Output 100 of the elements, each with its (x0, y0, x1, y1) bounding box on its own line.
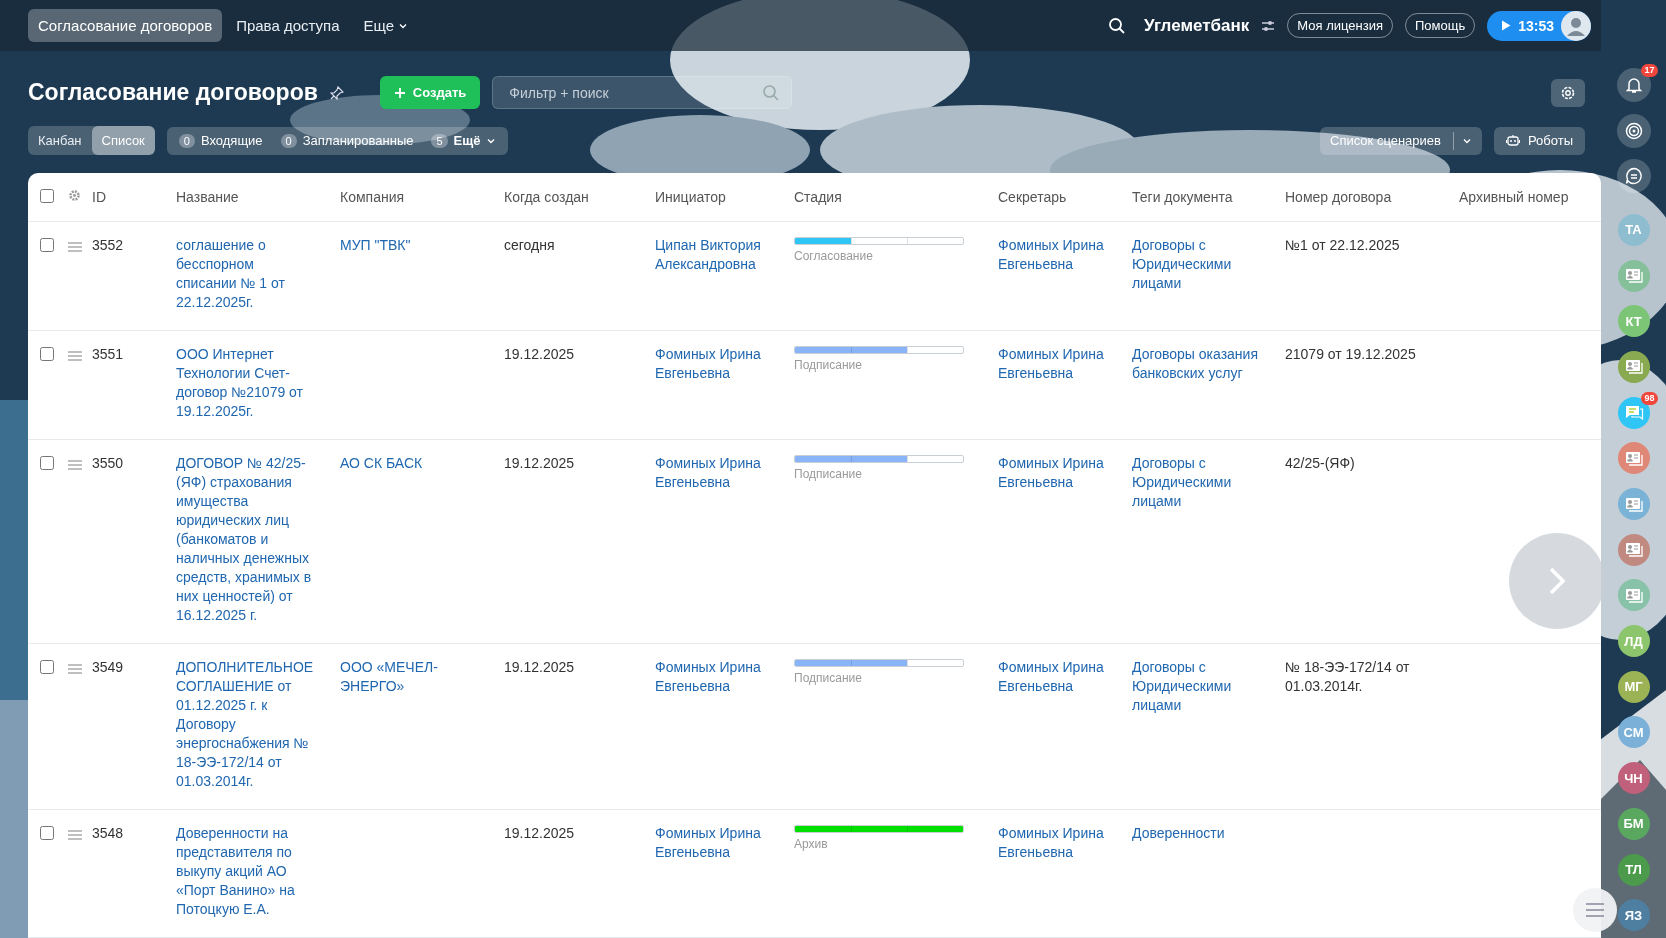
table-cell-text: №1 от 22.12.2025 (1285, 236, 1401, 255)
drag-handle-icon[interactable] (68, 351, 82, 361)
table-cell-text: 19.12.2025 (504, 658, 576, 677)
row-checkbox[interactable] (40, 456, 54, 470)
row-checkbox[interactable] (40, 238, 54, 252)
stage-label: Архив (794, 836, 829, 853)
chat-button[interactable] (1616, 159, 1651, 194)
column-header[interactable]: Стадия (794, 189, 842, 205)
stage-label: Подписание (794, 466, 863, 483)
target-icon[interactable] (1624, 121, 1643, 140)
counter-filter[interactable]: 0 Запланированные (276, 133, 418, 148)
table-link[interactable]: Договоры с Юридическими лицами (1132, 658, 1273, 715)
stage-progress-bar[interactable] (794, 659, 964, 667)
drag-handle-icon[interactable] (68, 830, 82, 840)
nav-tab[interactable]: Еще (353, 9, 419, 43)
table-link[interactable]: Доверенности на представителя по выкупу акций АО «Порт Ванино» на Потоцкую Е.А. (176, 824, 318, 919)
drag-handle-icon[interactable] (68, 664, 82, 674)
search-icon[interactable] (1108, 16, 1126, 35)
plus-icon[interactable] (393, 86, 406, 99)
table-cell-text: 19.12.2025 (504, 454, 576, 473)
chat-icon[interactable] (1624, 167, 1643, 186)
menu-icon[interactable] (1586, 903, 1604, 917)
table-link[interactable]: ДОПОЛНИТЕЛЬНОЕ СОГЛАШЕНИЕ от 01.12.2025 г. к Договору энергоснабжения № 18-ЭЭ-172/14 от 01.03.2014г. (176, 658, 318, 791)
table-link[interactable]: Договоры с Юридическими лицами (1132, 236, 1273, 293)
table-link[interactable]: ДОГОВОР № 42/25-(ЯФ) страхования имущества юридических лиц (банкоматов и наличных денежных средств, хранимых в них ценностей) от 16.12.2025 г. (176, 454, 318, 625)
column-header[interactable]: Теги документа (1132, 189, 1233, 205)
column-header[interactable]: Номер договора (1285, 189, 1392, 205)
stage-label: Подписание (794, 357, 863, 374)
column-header[interactable]: Архивный номер (1459, 189, 1569, 205)
table-cell-text: 3548 (92, 824, 125, 843)
stage-label: Подписание (794, 670, 863, 687)
table-link[interactable]: Доверенности (1132, 824, 1273, 843)
play-icon[interactable] (1501, 20, 1512, 32)
table-link[interactable]: Фоминых Ирина Евгеньевна (998, 824, 1120, 862)
table-link[interactable]: Ципан Виктория Александровна (655, 236, 782, 274)
nav-tab[interactable]: Согласование договоров (28, 9, 223, 43)
drag-handle-icon[interactable] (68, 242, 82, 252)
column-header[interactable]: Инициатор (655, 189, 726, 205)
table-link[interactable]: Договоры с Юридическими лицами (1132, 454, 1273, 511)
select-all-checkbox[interactable] (40, 188, 54, 203)
messages-icon[interactable] (1623, 403, 1644, 422)
table-link[interactable]: Договоры оказания банковских услуг (1132, 345, 1273, 383)
column-header[interactable]: Название (176, 189, 239, 205)
table-link[interactable]: Фоминых Ирина Евгеньевна (998, 236, 1120, 274)
table-link[interactable]: МУП "ТВК" (340, 236, 492, 255)
table-link[interactable]: соглашение о бесспорном списании № 1 от 22.12.2025г. (176, 236, 318, 312)
gear-icon[interactable] (68, 189, 81, 202)
column-header[interactable]: Секретарь (998, 189, 1067, 205)
table-link[interactable]: Фоминых Ирина Евгеньевна (655, 345, 782, 383)
table-cell-text: 3551 (92, 345, 125, 364)
table-cell-text: сегодня (504, 236, 556, 255)
table-cell-text: 19.12.2025 (504, 345, 576, 364)
contact-card-icon[interactable] (1624, 587, 1643, 603)
pin-icon[interactable] (329, 85, 344, 100)
table-link[interactable]: ООО Интернет Технологии Счет-договор №21079 от 19.12.2025г. (176, 345, 318, 421)
table-link[interactable]: АО СК БАСК (340, 454, 492, 473)
counter-filter[interactable]: 0 Входящие (174, 133, 267, 148)
table-link[interactable]: Фоминых Ирина Евгеньевна (998, 345, 1120, 383)
gear-icon[interactable] (1560, 84, 1576, 101)
table-cell-text: 3549 (92, 658, 125, 677)
table-cell-text: 3552 (92, 236, 125, 255)
contact-card-icon[interactable] (1624, 450, 1643, 466)
contact-card-icon[interactable] (1624, 496, 1643, 512)
settings-button[interactable] (1551, 78, 1585, 107)
row-checkbox[interactable] (40, 347, 54, 361)
time-label[interactable]: 13:53 (1518, 17, 1554, 34)
stage-progress-bar[interactable] (794, 455, 964, 463)
contact-card-icon[interactable] (1624, 268, 1643, 284)
table-link[interactable]: Фоминых Ирина Евгеньевна (998, 658, 1120, 696)
column-header[interactable]: Когда создан (504, 189, 589, 205)
table-link[interactable]: ООО «МЕЧЕЛ-ЭНЕРГО» (340, 658, 492, 696)
robots-button[interactable]: Роботы (1493, 126, 1585, 155)
table-cell-text: 19.12.2025 (504, 824, 576, 843)
bell-icon[interactable] (1624, 75, 1643, 94)
row-checkbox[interactable] (40, 826, 54, 840)
table-link[interactable]: Фоминых Ирина Евгеньевна (655, 658, 782, 696)
stage-progress-bar[interactable] (794, 346, 964, 354)
contact-card-icon[interactable] (1624, 542, 1643, 558)
time-button[interactable]: 13:53 (1487, 10, 1591, 41)
column-header[interactable]: ID (92, 189, 106, 205)
row-checkbox[interactable] (40, 660, 54, 674)
table-link[interactable]: Фоминых Ирина Евгеньевна (998, 454, 1120, 492)
table-cell-text: № 18-ЭЭ-172/14 от 01.03.2014г. (1285, 658, 1411, 696)
table-cell-text: 21079 от 19.12.2025 (1285, 345, 1417, 364)
table-cell-text: 42/25-(ЯФ) (1285, 454, 1356, 473)
table-link[interactable]: Фоминых Ирина Евгеньевна (655, 824, 782, 862)
company-name: Углеметбанк (1144, 15, 1250, 36)
robot-icon[interactable] (1505, 134, 1520, 147)
table-cell-text: 3550 (92, 454, 125, 473)
activity-stream-button[interactable] (1616, 113, 1651, 148)
drag-handle-icon[interactable] (68, 460, 82, 470)
user-avatar-icon[interactable] (1561, 10, 1591, 41)
nav-tab[interactable]: Права доступа (226, 9, 350, 43)
stage-progress-bar[interactable] (794, 237, 964, 245)
column-header[interactable]: Компания (340, 189, 405, 205)
stage-label: Согласование (794, 248, 874, 265)
settings-sliders-icon[interactable] (1261, 19, 1276, 32)
table-link[interactable]: Фоминых Ирина Евгеньевна (655, 454, 782, 492)
view-tab[interactable]: Канбан (28, 126, 92, 155)
counter-filter[interactable]: 5 Ещё (427, 133, 501, 148)
